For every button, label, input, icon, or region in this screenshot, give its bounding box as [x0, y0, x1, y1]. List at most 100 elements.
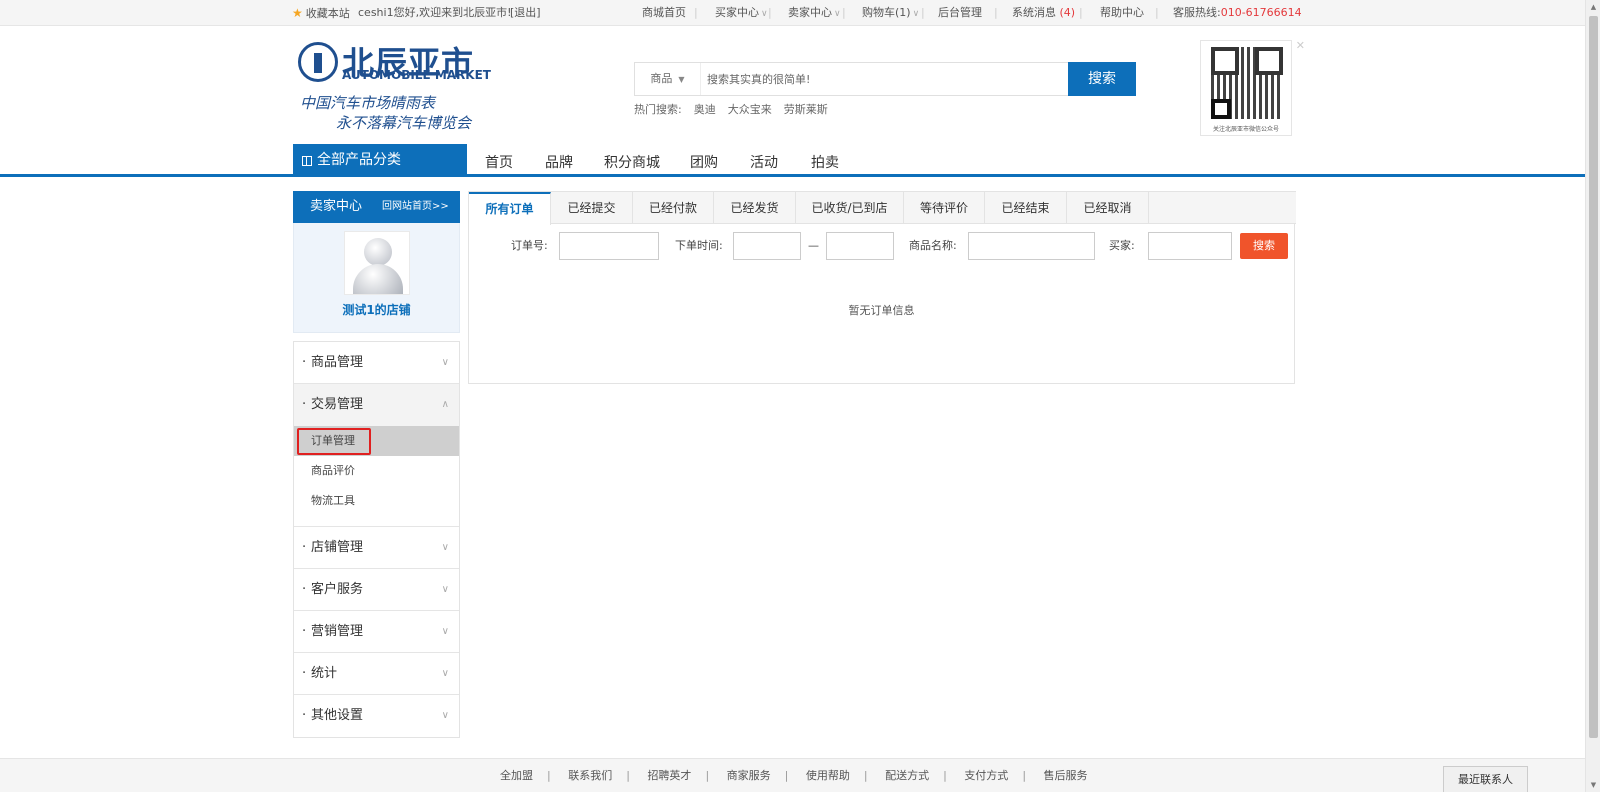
- top-sep: |: [1079, 6, 1083, 19]
- nav-item-auction[interactable]: 拍卖: [811, 152, 839, 172]
- logout-link[interactable]: [退出]: [510, 0, 541, 26]
- order-time-start-input[interactable]: [733, 232, 801, 260]
- footer-sep: |: [547, 769, 551, 782]
- close-icon[interactable]: ✕: [1296, 39, 1305, 52]
- top-sep: |: [1155, 6, 1159, 19]
- logo-subtitle: AUTOMOBILE MARKET: [342, 68, 491, 82]
- top-link-mall-home[interactable]: 商城首页: [642, 0, 686, 26]
- top-link-buyer-center[interactable]: 买家中心 ∨: [715, 0, 768, 27]
- footer-sep: |: [784, 769, 789, 782]
- top-link-help[interactable]: 帮助中心: [1100, 0, 1144, 26]
- hot-search-item[interactable]: 劳斯莱斯: [784, 103, 828, 116]
- top-link-messages[interactable]: 系统消息 (4): [1012, 0, 1075, 26]
- footer-sep: |: [1022, 769, 1027, 782]
- greeting: ceshi1您好,欢迎来到北辰亚市!: [358, 6, 512, 19]
- all-categories-button[interactable]: 全部产品分类: [293, 144, 467, 177]
- menu-trade-submenu: 订单管理 商品评价 物流工具: [294, 426, 459, 527]
- chevron-down-icon: ∨: [441, 542, 449, 553]
- order-tabs: 所有订单 已经提交 已经付款 已经发货 已收货/已到店 等待评价 已经结束 已经…: [469, 191, 1296, 225]
- nav-item-home[interactable]: 首页: [485, 152, 513, 172]
- footer-link[interactable]: 商家服务: [727, 769, 771, 782]
- footer-link[interactable]: 全加盟: [500, 769, 533, 782]
- nav-item-brand[interactable]: 品牌: [545, 152, 573, 172]
- nav-item-events[interactable]: 活动: [750, 152, 778, 172]
- page-scrollbar[interactable]: ▲ ▼: [1585, 0, 1600, 792]
- order-time-end-input[interactable]: [826, 232, 894, 260]
- menu-group-customer-service[interactable]: 客户服务∨: [294, 569, 459, 611]
- menu-group-shop[interactable]: 店铺管理∨: [294, 527, 459, 569]
- footer: 全加盟 | 联系我们 | 招聘英才 | 商家服务 | 使用帮助 | 配送方式 | 支付方式 |…: [0, 758, 1585, 792]
- chevron-down-icon: ∨: [441, 584, 449, 595]
- menu-group-statistics[interactable]: 统计∨: [294, 653, 459, 695]
- favorite-link[interactable]: ★ 收藏本站: [292, 0, 350, 27]
- top-link-cart[interactable]: 购物车(1) ∨: [862, 0, 919, 27]
- footer-link[interactable]: 售后服务: [1044, 769, 1088, 782]
- site-logo[interactable]: 北辰亚市 AUTOMOBILE MARKET 中国汽车市场晴雨表 永不落幕汽车博…: [296, 38, 491, 134]
- nav-item-points-mall[interactable]: 积分商城: [604, 152, 660, 172]
- search-category-select[interactable]: 商品 ▼: [635, 63, 701, 95]
- tab-submitted[interactable]: 已经提交: [551, 192, 633, 224]
- back-home-link[interactable]: 回网站首页>>: [382, 191, 449, 223]
- nav-divider: [0, 174, 1585, 177]
- footer-sep: |: [705, 769, 710, 782]
- menu-group-other-settings[interactable]: 其他设置∨: [294, 695, 459, 737]
- footer-link[interactable]: 招聘英才: [647, 769, 691, 782]
- order-search-button[interactable]: 搜索: [1240, 233, 1288, 259]
- menu-item-product-reviews[interactable]: 商品评价: [294, 456, 459, 486]
- footer-sep: |: [863, 769, 868, 782]
- chevron-down-icon: ∨: [834, 9, 841, 19]
- logo-slogan-2: 永不落幕汽车博览会: [336, 114, 472, 132]
- tab-paid[interactable]: 已经付款: [633, 192, 714, 224]
- tab-awaiting-review[interactable]: 等待评价: [904, 192, 985, 224]
- hot-search-item[interactable]: 大众宝来: [728, 103, 772, 116]
- hotline: 客服热线:010-61766614: [1173, 6, 1302, 19]
- empty-orders-message: 暂无订单信息: [848, 304, 915, 317]
- hot-search: 热门搜索: 奥迪 大众宝来 劳斯莱斯: [634, 103, 828, 116]
- menu-group-trade[interactable]: 交易管理∧: [294, 384, 459, 426]
- footer-link[interactable]: 支付方式: [964, 769, 1008, 782]
- qr-caption: 关注北辰亚市微信公众号: [1212, 126, 1279, 133]
- highlight-box: [297, 428, 371, 455]
- seller-menu: 商品管理∨ 交易管理∧ 订单管理 商品评价 物流工具 店铺管理∨ 客户服务∨ 营…: [293, 341, 460, 738]
- menu-group-products[interactable]: 商品管理∨: [294, 342, 459, 384]
- footer-link[interactable]: 使用帮助: [806, 769, 850, 782]
- tab-shipped[interactable]: 已经发货: [714, 192, 796, 224]
- chevron-down-icon: ∨: [441, 357, 449, 368]
- product-name-input[interactable]: [968, 232, 1095, 260]
- search-bar: 商品 ▼ 搜索: [634, 62, 1136, 96]
- order-no-input[interactable]: [559, 232, 659, 260]
- menu-group-marketing[interactable]: 营销管理∨: [294, 611, 459, 653]
- scrollbar-thumb[interactable]: [1589, 16, 1598, 738]
- scroll-up-icon[interactable]: ▲: [1586, 0, 1600, 14]
- tab-all-orders[interactable]: 所有订单: [469, 192, 551, 225]
- search-input[interactable]: [707, 67, 1047, 91]
- menu-item-order-management[interactable]: 订单管理: [294, 426, 459, 456]
- buyer-label: 买家:: [1109, 239, 1135, 252]
- product-name-label: 商品名称:: [909, 239, 957, 252]
- hot-search-item[interactable]: 奥迪: [694, 103, 716, 116]
- top-sep: |: [768, 6, 772, 19]
- footer-link[interactable]: 联系我们: [568, 769, 612, 782]
- avatar[interactable]: [344, 231, 410, 295]
- message-count-badge: (4): [1059, 6, 1076, 19]
- buyer-input[interactable]: [1148, 232, 1232, 260]
- menu-item-logistics-tools[interactable]: 物流工具: [294, 486, 459, 516]
- top-sep: |: [842, 6, 846, 19]
- nav-item-group-buy[interactable]: 团购: [690, 152, 718, 172]
- recent-contacts-button[interactable]: 最近联系人: [1443, 766, 1528, 792]
- chevron-down-icon: ∨: [761, 9, 768, 19]
- date-range-dash: —: [808, 239, 819, 252]
- tab-cancelled[interactable]: 已经取消: [1067, 192, 1149, 224]
- search-button[interactable]: 搜索: [1068, 62, 1136, 96]
- tab-received[interactable]: 已收货/已到店: [796, 192, 904, 224]
- footer-links: 全加盟 | 联系我们 | 招聘英才 | 商家服务 | 使用帮助 | 配送方式 | 支付方式 |…: [500, 759, 1088, 792]
- tab-completed[interactable]: 已经结束: [985, 192, 1067, 224]
- top-link-admin[interactable]: 后台管理: [938, 0, 982, 26]
- grid-icon: [302, 156, 312, 166]
- top-link-seller-center[interactable]: 卖家中心 ∨: [788, 0, 841, 27]
- footer-link[interactable]: 配送方式: [885, 769, 929, 782]
- scroll-down-icon[interactable]: ▼: [1586, 778, 1600, 792]
- star-icon: ★: [292, 6, 303, 20]
- wechat-qr-panel: 关注北辰亚市微信公众号 ✕: [1200, 39, 1305, 136]
- shop-name[interactable]: 测试1的店铺: [294, 301, 459, 318]
